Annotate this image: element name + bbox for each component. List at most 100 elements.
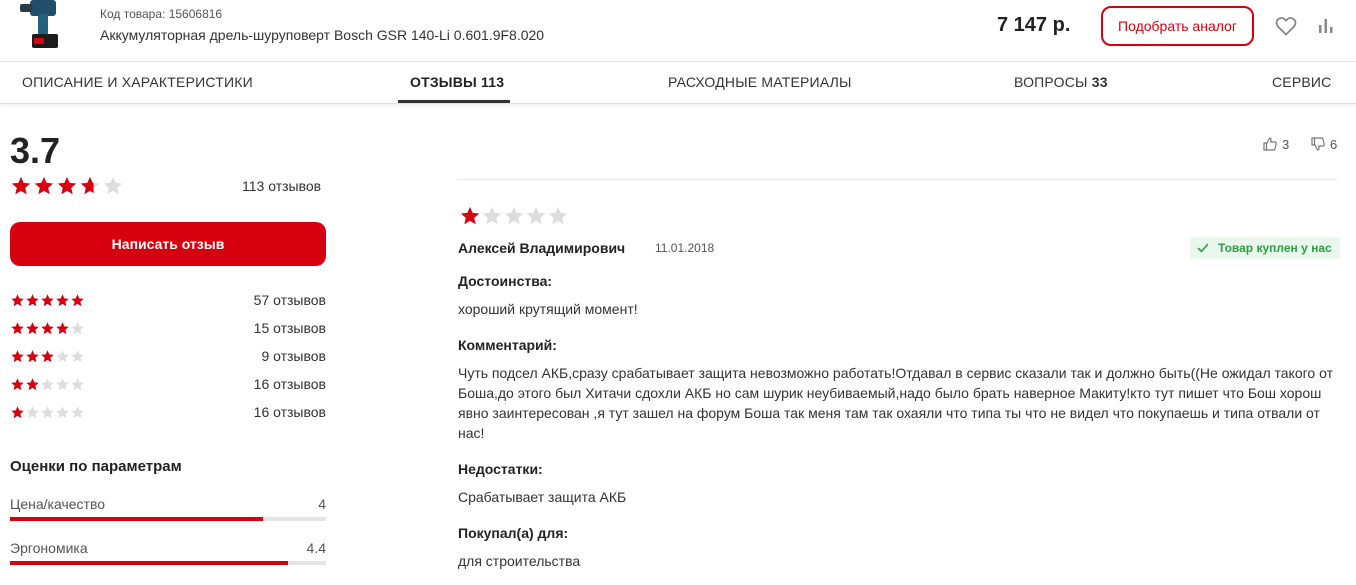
tab-consumables[interactable]: РАСХОДНЫЕ МАТЕРИАЛЫ <box>668 74 852 90</box>
star-icon <box>57 176 77 195</box>
star-icon <box>41 406 54 419</box>
tab-service[interactable]: СЕРВИС <box>1272 74 1332 90</box>
tab-count: 113 <box>481 74 505 90</box>
star-icon <box>71 350 84 363</box>
heart-icon[interactable] <box>1274 14 1298 38</box>
review-divider <box>457 179 1337 180</box>
review-rating-stars <box>459 205 569 227</box>
param-value: 4 <box>318 496 326 512</box>
star-icon <box>103 176 123 195</box>
tab-label: ОТЗЫВЫ <box>410 74 477 90</box>
likes-count: 3 <box>1282 136 1290 152</box>
drill-thumbnail[interactable] <box>16 0 66 55</box>
star-icon <box>80 176 100 195</box>
rating-filter-5[interactable]: 57 отзывов <box>10 291 326 309</box>
distribution-count: 16 отзывов <box>253 404 326 420</box>
star-icon <box>71 322 84 335</box>
star-icon <box>56 294 69 307</box>
star-icon <box>11 350 24 363</box>
rating-filter-3[interactable]: 9 отзывов <box>10 347 326 365</box>
star-icon <box>56 406 69 419</box>
star-icon <box>26 378 39 391</box>
usage-text: для строительства <box>458 553 581 569</box>
dislikes-count: 6 <box>1330 136 1338 152</box>
tab-count: 33 <box>1091 74 1108 90</box>
pros-text: хороший крутящий момент! <box>458 301 638 317</box>
star-icon <box>26 406 39 419</box>
distribution-count: 9 отзывов <box>261 348 326 364</box>
star-icon <box>26 294 39 307</box>
review-author: Алексей Владимирович <box>458 240 626 256</box>
star-icon <box>26 322 39 335</box>
thumbs-up-icon <box>1263 137 1277 151</box>
tab-label: ВОПРОСЫ <box>1014 74 1088 90</box>
star-icon <box>11 176 31 195</box>
star-icon <box>482 206 502 225</box>
check-icon <box>1197 243 1209 253</box>
bought-badge-text: Товар куплен у нас <box>1218 241 1332 255</box>
distribution-count: 15 отзывов <box>253 320 326 336</box>
tab-description[interactable]: ОПИСАНИЕ И ХАРАКТЕРИСТИКИ <box>22 74 253 90</box>
cons-title: Недостатки: <box>458 461 543 477</box>
star-icon <box>26 350 39 363</box>
star-icon <box>11 406 24 419</box>
star-icon <box>526 206 546 225</box>
star-icon <box>56 322 69 335</box>
param-name: Эргономика <box>10 540 88 556</box>
average-stars <box>10 175 125 197</box>
star-icon <box>34 176 54 195</box>
product-title: Аккумуляторная дрель-шуруповерт Bosch GS… <box>100 27 545 43</box>
find-analog-button[interactable]: Подобрать аналог <box>1101 6 1254 46</box>
average-score: 3.7 <box>10 130 61 171</box>
distribution-count: 16 отзывов <box>253 376 326 392</box>
compare-icon[interactable] <box>1316 16 1336 36</box>
param-name: Цена/качество <box>10 496 106 512</box>
star-icon <box>71 294 84 307</box>
tab-label: РАСХОДНЫЕ МАТЕРИАЛЫ <box>668 74 852 90</box>
star-icon <box>41 322 54 335</box>
tab-questions[interactable]: ВОПРОСЫ 33 <box>1014 74 1108 90</box>
rating-filter-1[interactable]: 16 отзывов <box>10 403 326 421</box>
write-review-button[interactable]: Написать отзыв <box>10 222 326 266</box>
distribution-stars <box>10 405 85 420</box>
param-fill <box>10 517 263 521</box>
param-fill <box>10 561 289 565</box>
star-icon <box>504 206 524 225</box>
product-sku: Код товара: 15606816 <box>100 7 223 21</box>
tab-reviews[interactable]: ОТЗЫВЫ 113 <box>410 74 504 90</box>
bought-here-badge: Товар куплен у нас <box>1190 237 1340 259</box>
reviews-total: 113 отзывов <box>242 178 322 194</box>
rating-filter-2[interactable]: 16 отзывов <box>10 375 326 393</box>
product-tabs: ОПИСАНИЕ И ХАРАКТЕРИСТИКИ ОТЗЫВЫ 113 РАС… <box>0 62 1356 104</box>
param-price-quality: Цена/качество 4 <box>10 496 326 526</box>
star-icon <box>11 322 24 335</box>
param-track <box>10 561 326 565</box>
star-icon <box>460 206 480 225</box>
star-icon <box>11 294 24 307</box>
distribution-stars <box>10 293 85 308</box>
param-value: 4.4 <box>306 540 326 556</box>
review-date: 11.01.2018 <box>655 241 715 255</box>
comment-text: Чуть подсел АКБ,сразу срабатывает защита… <box>458 365 1333 441</box>
tab-label: СЕРВИС <box>1272 74 1332 90</box>
star-icon <box>11 378 24 391</box>
product-price: 7 147 р. <box>997 14 1071 36</box>
usage-title: Покупал(а) для: <box>458 525 569 541</box>
cons-text: Срабатывает защита АКБ <box>458 489 627 505</box>
active-tab-indicator <box>398 100 510 103</box>
star-icon <box>71 378 84 391</box>
star-icon <box>41 294 54 307</box>
star-icon <box>56 378 69 391</box>
star-icon <box>41 350 54 363</box>
star-icon <box>56 350 69 363</box>
param-track <box>10 517 326 521</box>
star-icon <box>41 378 54 391</box>
thumbs-down-icon <box>1311 137 1325 151</box>
params-title: Оценки по параметрам <box>10 458 182 475</box>
dislike-button[interactable]: 6 <box>1310 136 1337 152</box>
distribution-count: 57 отзывов <box>253 292 326 308</box>
distribution-stars <box>10 377 85 392</box>
like-button[interactable]: 3 <box>1262 136 1289 152</box>
distribution-stars <box>10 349 85 364</box>
rating-filter-4[interactable]: 15 отзывов <box>10 319 326 337</box>
